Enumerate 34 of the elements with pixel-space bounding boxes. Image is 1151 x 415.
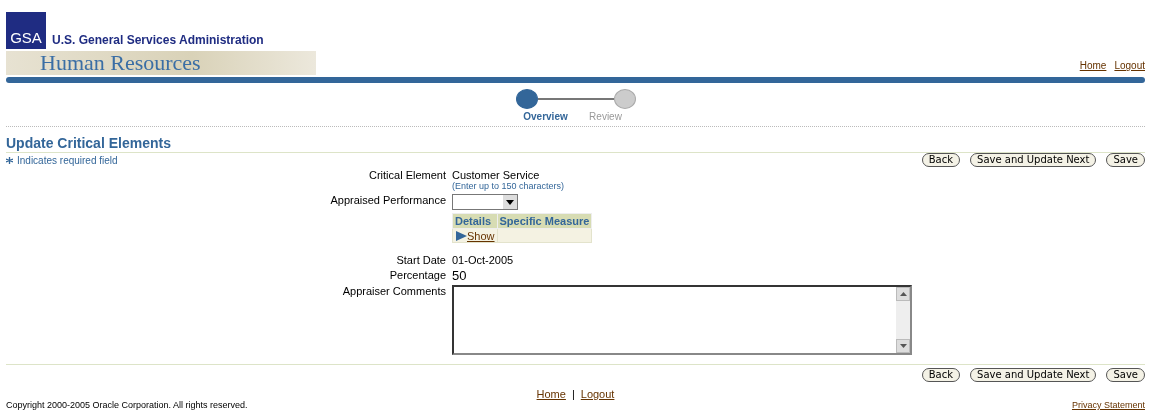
- field-hint: (Enter up to 150 characters): [452, 181, 566, 191]
- footer-link[interactable]: Home: [536, 388, 566, 400]
- field-value: 50: [452, 269, 468, 282]
- field-label: Appraiser Comments: [341, 285, 446, 299]
- scroll-up-icon: [896, 287, 910, 301]
- action-button[interactable]: Save: [1106, 368, 1145, 382]
- action-button[interactable]: Back: [921, 153, 961, 167]
- field-value: Customer Service: [452, 169, 541, 181]
- app-banner: Human Resources: [6, 51, 316, 75]
- field-label: Appraised Performance: [329, 194, 446, 208]
- action-button[interactable]: Save and Update Next: [970, 153, 1097, 167]
- logo: GSA: [6, 12, 46, 49]
- global-link[interactable]: Home: [1079, 60, 1107, 71]
- field-value: 01-Oct-2005: [452, 254, 515, 266]
- field-label: Percentage: [388, 269, 446, 282]
- action-button[interactable]: Back: [921, 368, 961, 382]
- field-label: Start Date: [395, 254, 446, 266]
- required-note: Indicates required field: [17, 154, 118, 166]
- table-header: Specific Measure: [497, 213, 592, 229]
- required-icon: [6, 156, 13, 164]
- scroll-down-icon: [896, 339, 910, 353]
- field-label: Critical Element: [367, 169, 446, 183]
- performance-dropdown[interactable]: [452, 194, 518, 210]
- global-link[interactable]: Logout: [1114, 60, 1145, 71]
- agency-name: U.S. General Services Administration: [52, 33, 264, 49]
- action-button[interactable]: Save and Update Next: [970, 368, 1097, 382]
- action-button[interactable]: Save: [1106, 153, 1145, 167]
- link-separator: |: [571, 388, 575, 400]
- copyright-text: Copyright 2000-2005 Oracle Corporation. All rights reserved.: [6, 399, 249, 410]
- table-header: Details: [452, 213, 498, 229]
- train-step-label[interactable]: Overview: [523, 111, 568, 122]
- privacy-link[interactable]: Privacy Statement: [1071, 400, 1145, 410]
- footer-link[interactable]: Logout: [580, 388, 615, 400]
- comments-textarea[interactable]: [452, 285, 912, 355]
